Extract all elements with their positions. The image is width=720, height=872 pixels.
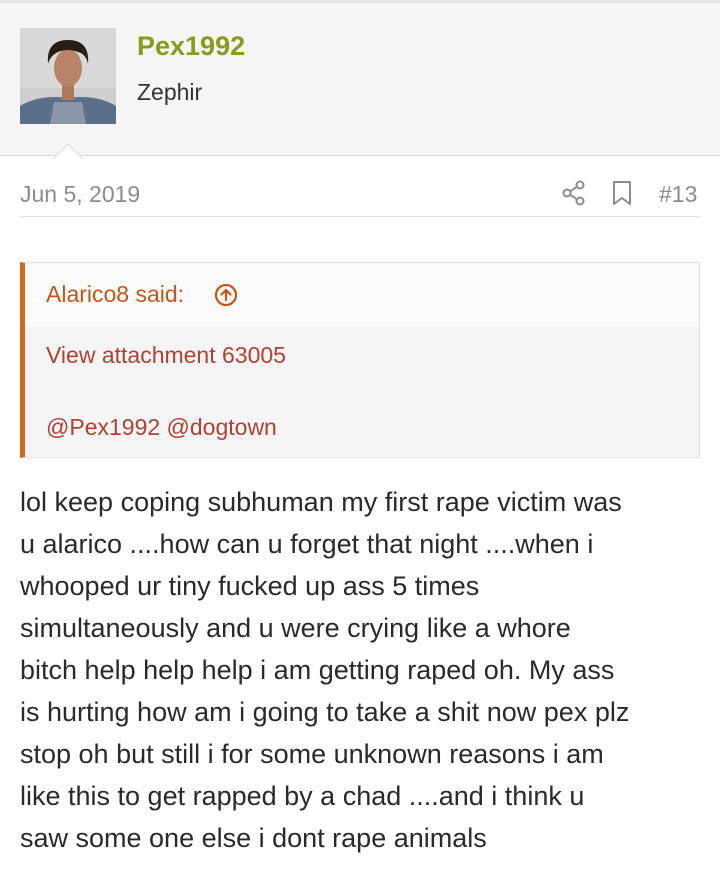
post-body-line: u alarico ....how can u forget that nigh… xyxy=(20,529,594,559)
quote-mentions[interactable]: @Pex1992 @dogtown xyxy=(46,414,277,441)
quote-author[interactable]: Alarico8 said: xyxy=(46,281,184,308)
post-body: lol keep coping subhuman my first rape v… xyxy=(20,481,710,859)
arrow-up-circle-icon[interactable] xyxy=(214,283,238,307)
post-body-line: is hurting how am i going to take a shit… xyxy=(20,697,630,727)
post-number[interactable]: #13 xyxy=(659,181,697,208)
user-title: Zephir xyxy=(137,79,203,105)
post-body-line: simultaneously and u were crying like a … xyxy=(20,613,571,643)
post-meta: Jun 5, 2019 #13 xyxy=(20,171,700,217)
post-date[interactable]: Jun 5, 2019 xyxy=(20,181,140,208)
share-icon[interactable] xyxy=(561,180,587,206)
post-body-line: bitch help help help i am getting raped … xyxy=(20,655,615,685)
pointer-arrow xyxy=(52,143,84,161)
quote-block: Alarico8 said: View attachment 63005 @Pe… xyxy=(20,262,700,458)
quote-attachment-link[interactable]: View attachment 63005 xyxy=(46,342,286,369)
post-body-line: stop oh but still i for some unknown rea… xyxy=(20,739,604,769)
post-body-line: whooped ur tiny fucked up ass 5 times xyxy=(20,571,480,601)
post-body-line: saw some one else i dont rape animals xyxy=(20,823,487,853)
bookmark-icon[interactable] xyxy=(611,180,633,206)
quote-header: Alarico8 said: xyxy=(25,263,699,326)
post-body-line: like this to get rapped by a chad ....an… xyxy=(20,781,585,811)
post-body-line: lol keep coping subhuman my first rape v… xyxy=(20,487,622,517)
avatar[interactable] xyxy=(20,28,116,124)
username[interactable]: Pex1992 xyxy=(137,31,245,62)
user-header: Pex1992 Zephir xyxy=(0,0,720,161)
